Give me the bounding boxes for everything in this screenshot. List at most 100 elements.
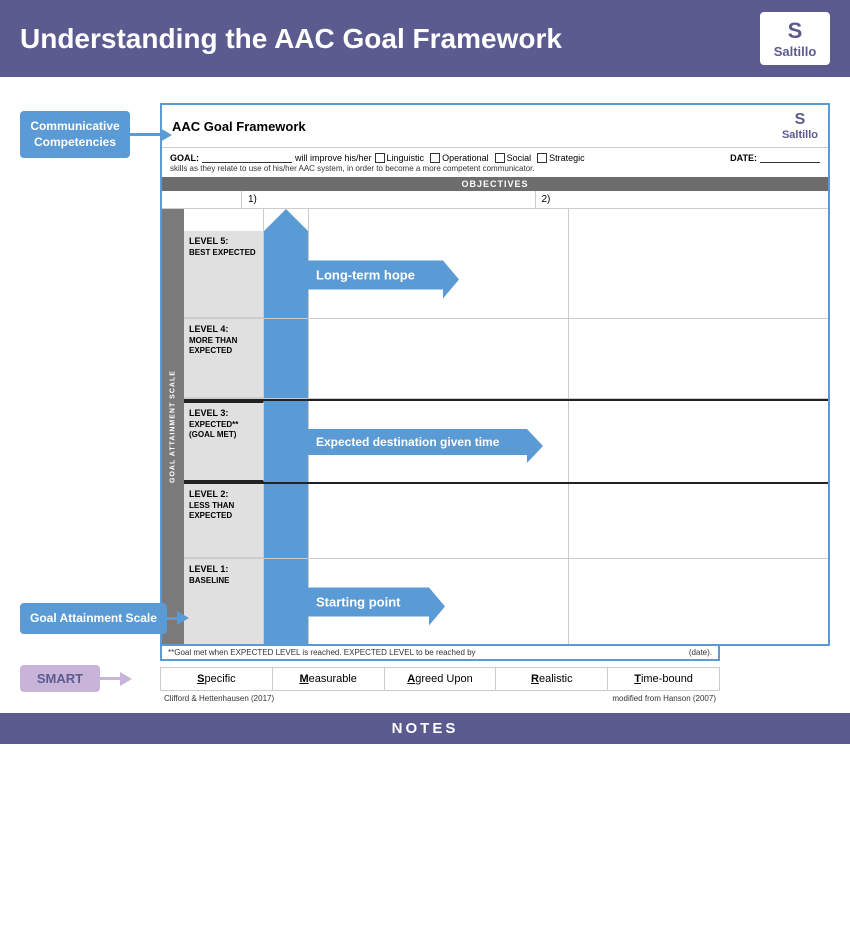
- smart-m-rest: easurable: [309, 673, 357, 685]
- citations-row: Clifford & Hettenhausen (2017) modified …: [160, 692, 830, 705]
- smart-t-letter: T: [634, 673, 641, 685]
- arrow-stripe-2: [264, 484, 308, 558]
- level-5-row: LEVEL 5: BEST EXPECTED: [184, 231, 828, 319]
- obj-cols: 1) 2): [242, 191, 828, 208]
- footnote-text: **Goal met when EXPECTED LEVEL is reache…: [168, 648, 476, 657]
- citation-right: modified from Hanson (2007): [612, 694, 716, 703]
- gas-levels: LEVEL 5: BEST EXPECTED: [184, 209, 828, 644]
- cb-linguistic: [375, 153, 385, 163]
- comm-competencies-row: Communicative Competencies AAC Goal Fram…: [20, 103, 830, 646]
- level-3-content: Expected destination given time: [264, 401, 828, 482]
- goal-subtext: skills as they relate to use of his/her …: [162, 163, 828, 177]
- gas-area: GOAL ATTAINMENT SCALE: [162, 209, 828, 644]
- notes-header: NOTES: [0, 713, 850, 744]
- fw-title: AAC Goal Framework: [172, 119, 306, 134]
- header: Understanding the AAC Goal Framework S S…: [0, 0, 850, 77]
- footnote-container: **Goal met when EXPECTED LEVEL is reache…: [160, 646, 720, 661]
- cb-strategic: [537, 153, 547, 163]
- smart-r-letter: R: [531, 673, 539, 685]
- goal-row: GOAL: will improve his/her Linguistic Op…: [162, 148, 828, 163]
- gas-arrow: [167, 611, 189, 625]
- objectives-header: OBJECTIVES: [162, 177, 828, 191]
- smart-label: SMART: [20, 665, 100, 692]
- gas-label-box: Goal Attainment Scale: [20, 603, 167, 635]
- fw-header: AAC Goal Framework S Saltillo: [162, 105, 828, 148]
- level-3-label: LEVEL 3: EXPECTED** (GOAL MET): [184, 401, 264, 482]
- framework-doc: AAC Goal Framework S Saltillo GOAL: will…: [160, 103, 830, 646]
- goal-line: [202, 152, 292, 163]
- long-term-hope-arrow: Long-term hope: [308, 260, 443, 289]
- top-cell-2: [569, 209, 828, 231]
- comm-arrow-line: [130, 133, 160, 136]
- gas-arrow-head: [177, 611, 189, 625]
- level-4-cell-2: [569, 319, 828, 398]
- smart-measurable: Measurable: [273, 668, 385, 690]
- page-wrapper: Understanding the AAC Goal Framework S S…: [0, 0, 850, 932]
- checkboxes: Linguistic Operational Social Strategic: [375, 153, 585, 163]
- smart-arrow-line: [100, 677, 120, 680]
- level-2-row: LEVEL 2: LESS THAN EXPECTED: [184, 484, 828, 559]
- smart-agreed: Agreed Upon: [385, 668, 497, 690]
- citations: Clifford & Hettenhausen (2017) modified …: [160, 692, 720, 705]
- gas-annotation-label: Goal Attainment Scale: [20, 603, 189, 635]
- header-title: Understanding the AAC Goal Framework: [20, 23, 562, 55]
- level-1-cell-2: [569, 559, 828, 644]
- checkbox-operational: Operational: [430, 153, 489, 163]
- top-cell-1: [308, 209, 569, 231]
- arrow-stripe-1: [264, 559, 308, 644]
- expected-dest-label: Expected destination given time: [308, 429, 527, 455]
- checkbox-social: Social: [495, 153, 532, 163]
- smart-m-letter: M: [299, 673, 308, 685]
- smart-r-rest: ealistic: [539, 673, 573, 685]
- level-4-cells: [308, 319, 828, 398]
- date-line: [760, 152, 820, 163]
- checkbox-strategic: Strategic: [537, 153, 585, 163]
- smart-arrow: [100, 672, 132, 686]
- date-label: DATE:: [730, 153, 757, 163]
- smart-table: Specific Measurable Agreed Upon Realisti…: [160, 667, 720, 691]
- level-5-content: Long-term hope: [264, 231, 828, 318]
- fw-saltillo-logo: S Saltillo: [782, 111, 818, 141]
- expected-dest-arrow: Expected destination given time: [308, 429, 527, 455]
- goal-label: GOAL:: [170, 153, 199, 163]
- notes-section: NOTES: [0, 713, 850, 814]
- footnote-end: (date).: [689, 648, 712, 657]
- fw-saltillo-icon: S: [795, 111, 806, 129]
- cb-operational: [430, 153, 440, 163]
- level-2-label: LEVEL 2: LESS THAN EXPECTED: [184, 484, 264, 558]
- smart-specific: Specific: [161, 668, 273, 690]
- arrow-stripe-5: [264, 231, 308, 318]
- saltillo-logo-header: S Saltillo: [760, 12, 830, 65]
- long-term-hope-label: Long-term hope: [308, 260, 443, 289]
- checkbox-linguistic: Linguistic: [375, 153, 425, 163]
- up-arrow-tip-icon: [264, 209, 308, 231]
- level-2-cell-2: [569, 484, 828, 558]
- gas-vertical-label: GOAL ATTAINMENT SCALE: [162, 209, 184, 644]
- smart-annotation-container: SMART: [20, 665, 160, 692]
- obj-col-2: 2): [536, 191, 829, 208]
- gas-arrow-line: [167, 617, 177, 620]
- level-4-row: LEVEL 4: MORE THAN EXPECTED: [184, 319, 828, 399]
- level-1-content: Starting point: [264, 559, 828, 644]
- level-5-label: LEVEL 5: BEST EXPECTED: [184, 231, 264, 318]
- smart-s-rest: pecific: [204, 673, 235, 685]
- level-4-cell-1: [308, 319, 569, 398]
- comm-competencies-label: Communicative Competencies: [20, 111, 130, 158]
- obj-col-1: 1): [242, 191, 536, 208]
- smart-realistic: Realistic: [496, 668, 608, 690]
- arrow-stripe-4: [264, 319, 308, 398]
- smart-arrow-head: [120, 672, 132, 686]
- top-cells: [308, 209, 828, 231]
- arrow-tip-row: [184, 209, 828, 231]
- smart-row: SMART Specific Measurable Agreed Upon Re…: [20, 665, 830, 692]
- level-2-cells: [308, 484, 828, 558]
- smart-timebound: Time-bound: [608, 668, 719, 690]
- comm-annotation-left: Communicative Competencies: [20, 103, 160, 158]
- citation-left: Clifford & Hettenhausen (2017): [164, 694, 274, 703]
- level-2-cell-1: [308, 484, 569, 558]
- level-3-row: LEVEL 3: EXPECTED** (GOAL MET): [184, 399, 828, 484]
- saltillo-text-header: Saltillo: [774, 44, 817, 59]
- level-3-cell-2: [569, 401, 828, 482]
- fw-saltillo-text: Saltillo: [782, 129, 818, 141]
- obj-cols-row: 1) 2): [162, 191, 828, 209]
